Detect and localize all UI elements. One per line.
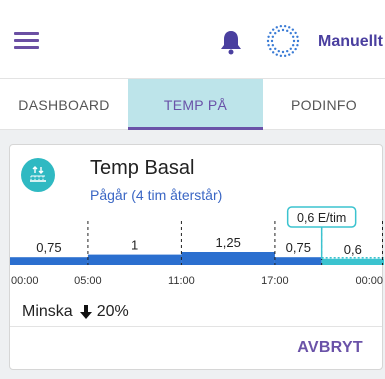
basal-value-label-1: 1 [131, 238, 138, 253]
basal-bar-1 [87, 254, 182, 265]
tab-dashboard[interactable]: DASHBOARD [0, 79, 128, 130]
tab-bar: DASHBOARD TEMP PÅ PODINFO [0, 78, 385, 130]
x-tick-label-3: 17:00 [261, 275, 289, 287]
x-tick-label-4: 00:00 [355, 275, 383, 287]
basal-value-label-0: 0,75 [36, 240, 61, 255]
adjustment-row: Minska 20% [22, 303, 129, 321]
basal-value-label-2: 1,25 [216, 235, 241, 250]
temp-basal-icon [21, 158, 55, 192]
x-tick-label-0: 00:00 [11, 275, 39, 287]
hamburger-menu-icon[interactable] [14, 32, 39, 50]
pod-status-icon[interactable] [266, 24, 300, 58]
basal-bar-2 [181, 252, 275, 265]
tab-temp-pa[interactable]: TEMP PÅ [128, 79, 263, 130]
cancel-button[interactable]: AVBRYT [297, 339, 363, 357]
bell-icon[interactable] [220, 29, 242, 55]
x-tick-label-1: 05:00 [74, 275, 102, 287]
card-status: Pågår (4 tim återstår) [90, 187, 223, 203]
adjustment-label: Minska [22, 303, 73, 320]
app-header: Manuellt [0, 0, 385, 78]
basal-value-label-4: 0,6 [344, 242, 362, 257]
temp-basal-card: Temp Basal Pågår (4 tim återstår) 0,75 1 1… [9, 144, 384, 370]
tab-podinfo[interactable]: PODINFO [263, 79, 385, 130]
basal-chart: 0,75 1 1,25 0,75 0,6 00:00 05:00 11:00 17:00 00:0… [10, 206, 384, 287]
basal-bar-4 [321, 258, 384, 265]
adjustment-value: 20% [96, 303, 129, 320]
card-divider [10, 326, 382, 327]
basal-bar-3 [274, 257, 322, 265]
basal-bar-0 [10, 257, 88, 265]
mode-label[interactable]: Manuellt [318, 33, 383, 51]
card-title: Temp Basal [90, 157, 195, 179]
basal-value-label-3: 0,75 [286, 240, 311, 255]
arrow-down-icon [79, 304, 93, 320]
x-tick-label-2: 11:00 [168, 275, 195, 287]
current-rate-callout-text: 0,6 E/tim [297, 211, 346, 225]
